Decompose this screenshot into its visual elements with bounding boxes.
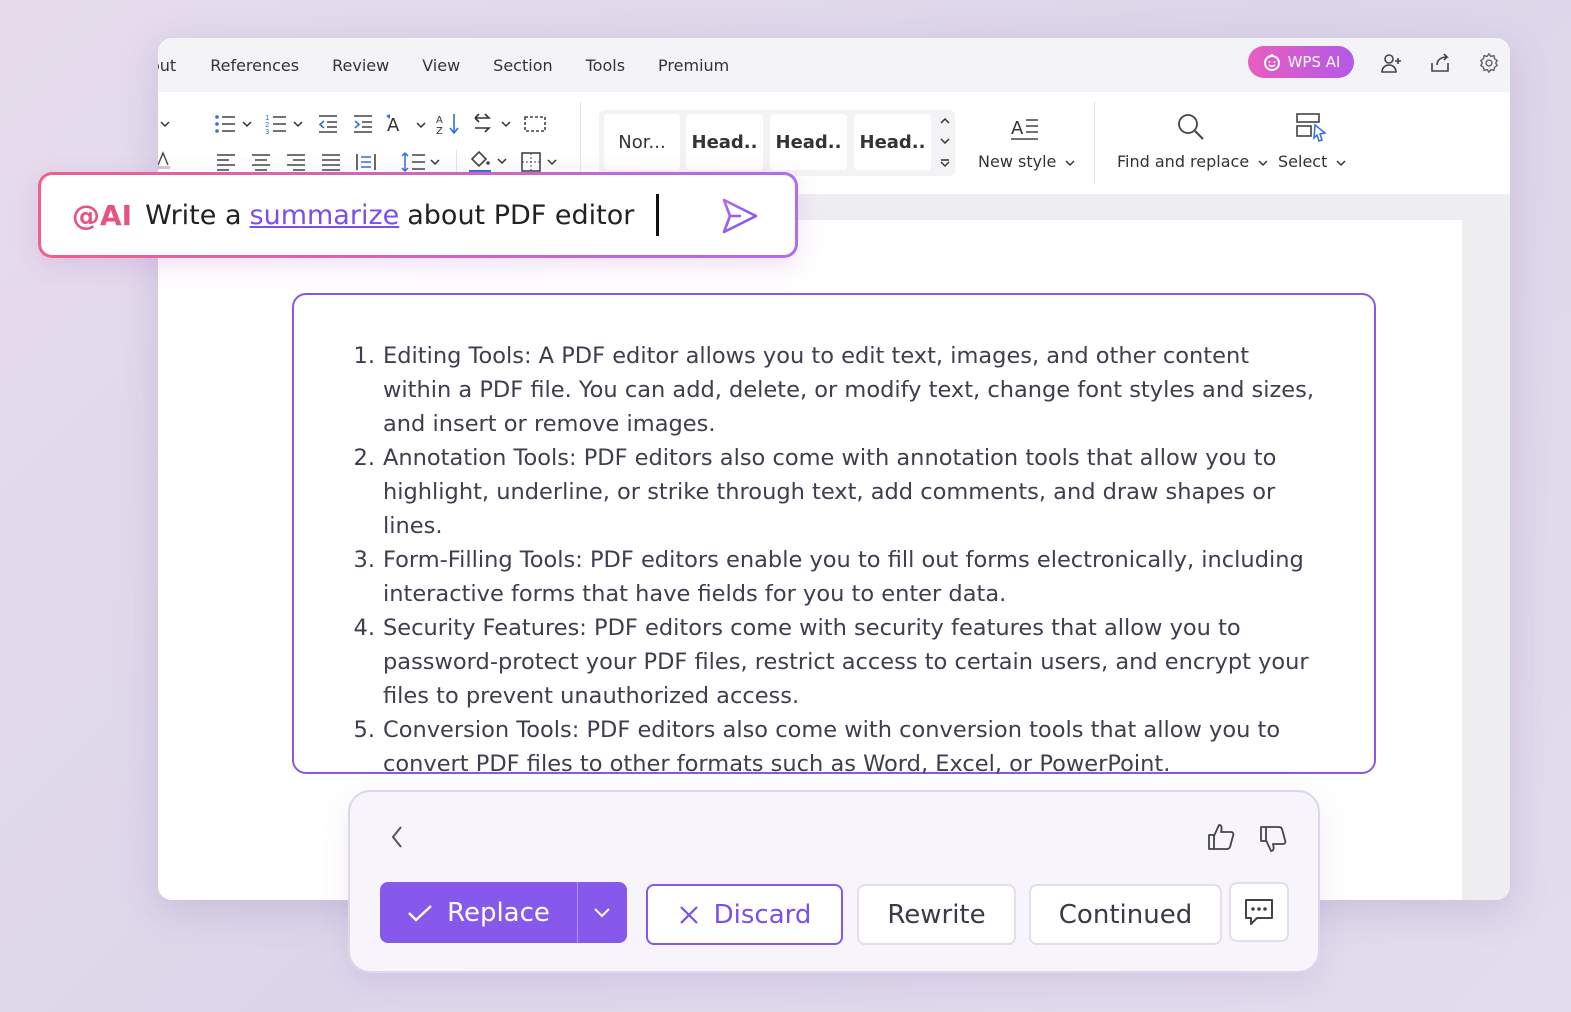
- list-item-text: Annotation Tools: PDF editors also come …: [383, 445, 1277, 539]
- list-item-number: 1.: [353, 343, 375, 369]
- replace-main[interactable]: Replace: [380, 882, 578, 943]
- line-break-icon[interactable]: [473, 111, 513, 137]
- close-icon: [679, 905, 698, 924]
- select-cursor-icon[interactable]: [1294, 110, 1330, 144]
- list-item-number: 2.: [353, 445, 375, 471]
- rewrite-button[interactable]: Rewrite: [857, 884, 1016, 945]
- chevron-down-icon: [1258, 160, 1268, 167]
- chevron-down-icon: [1065, 160, 1075, 167]
- prompt-keyword-link[interactable]: summarize: [250, 200, 400, 231]
- list-item: 2. Annotation Tools: PDF editors also co…: [348, 441, 1324, 543]
- svg-text:A: A: [436, 115, 443, 126]
- ai-face-icon: [1263, 54, 1280, 71]
- list-item: 1. Editing Tools: A PDF editor allows yo…: [348, 339, 1324, 441]
- list-item-number: 3.: [353, 547, 375, 573]
- prompt-text-before: Write a: [145, 199, 242, 231]
- replace-label: Replace: [447, 897, 550, 928]
- justify-icon[interactable]: [319, 150, 343, 174]
- menu-review[interactable]: Review: [332, 56, 389, 75]
- chat-bubble-button[interactable]: [1229, 882, 1289, 942]
- menu-bar: out References Review View Section Tools…: [158, 38, 1510, 92]
- continued-button[interactable]: Continued: [1029, 884, 1222, 945]
- discard-label: Discard: [713, 899, 812, 930]
- menu-section[interactable]: Section: [493, 56, 552, 75]
- gallery-scroll-up-icon[interactable]: [937, 112, 953, 130]
- list-item: 3. Form-Filling Tools: PDF editors enabl…: [348, 543, 1324, 611]
- borders-icon[interactable]: [520, 150, 562, 174]
- gallery-expand-icon[interactable]: [937, 154, 953, 172]
- font-color-icon[interactable]: [158, 150, 170, 170]
- list-item: 4. Security Features: PDF editors come w…: [348, 611, 1324, 713]
- new-style-button[interactable]: New style: [978, 152, 1075, 171]
- list-item-text: Form-Filling Tools: PDF editors enable y…: [383, 547, 1304, 607]
- chevron-down-icon: [1336, 160, 1346, 167]
- line-spacing-icon[interactable]: [401, 150, 443, 174]
- align-left-icon[interactable]: [214, 150, 238, 174]
- chat-bubble-icon: [1245, 899, 1273, 925]
- distributed-align-icon[interactable]: [354, 150, 378, 174]
- chevron-down-icon[interactable]: [158, 116, 172, 132]
- find-replace-button[interactable]: Find and replace: [1117, 152, 1268, 171]
- text-direction-icon[interactable]: A: [385, 111, 427, 137]
- align-center-icon[interactable]: [249, 150, 273, 174]
- select-label: Select: [1278, 152, 1328, 171]
- search-icon[interactable]: [1174, 110, 1208, 144]
- bullet-list-icon[interactable]: [214, 112, 254, 136]
- prompt-text-after: about PDF editor: [407, 199, 635, 231]
- sort-icon[interactable]: A Z: [436, 111, 462, 137]
- menu-tools[interactable]: Tools: [586, 56, 625, 75]
- gallery-scroll-down-icon[interactable]: [937, 132, 953, 150]
- ai-tag: @AI: [72, 198, 133, 232]
- new-style-icon[interactable]: A: [1008, 112, 1042, 144]
- list-item: 5. Conversion Tools: PDF editors also co…: [348, 713, 1324, 781]
- chevron-down-icon: [594, 907, 610, 917]
- wps-ai-label: WPS AI: [1287, 53, 1341, 71]
- style-heading-2[interactable]: Head..: [770, 114, 847, 170]
- thumbs-up-icon[interactable]: [1204, 820, 1238, 854]
- ai-prompt-bar[interactable]: @AI Write a summarize about PDF editor: [38, 172, 798, 258]
- styles-gallery: Nor... Head.. Head.. Head..: [599, 110, 955, 176]
- send-icon[interactable]: [719, 195, 761, 237]
- list-item-number: 4.: [353, 615, 375, 641]
- svg-text:3: 3: [265, 128, 269, 135]
- column-break-icon[interactable]: [522, 112, 548, 136]
- ai-action-panel: Replace Discard Rewrite Continued: [348, 790, 1320, 973]
- list-item-text: Security Features: PDF editors come with…: [383, 615, 1309, 709]
- ai-prompt-input[interactable]: @AI Write a summarize about PDF editor: [72, 175, 660, 255]
- wps-ai-button[interactable]: WPS AI: [1248, 46, 1354, 78]
- style-heading-1[interactable]: Head..: [686, 114, 763, 170]
- checkmark-icon: [408, 904, 432, 922]
- style-heading-3[interactable]: Head..: [854, 114, 931, 170]
- increase-indent-icon[interactable]: [351, 112, 375, 136]
- list-item-text: Conversion Tools: PDF editors also come …: [383, 717, 1281, 777]
- settings-gear-icon[interactable]: [1476, 50, 1502, 76]
- style-normal[interactable]: Nor...: [604, 114, 680, 170]
- ai-result-box: 1. Editing Tools: A PDF editor allows yo…: [292, 293, 1376, 777]
- svg-text:A: A: [1011, 118, 1024, 139]
- list-item-number: 5.: [353, 717, 375, 743]
- thumbs-down-icon[interactable]: [1256, 822, 1290, 856]
- list-item-text: Editing Tools: A PDF editor allows you t…: [383, 343, 1315, 437]
- align-right-icon[interactable]: [284, 150, 308, 174]
- svg-text:Z: Z: [436, 126, 443, 136]
- new-style-label: New style: [978, 152, 1057, 171]
- replace-dropdown[interactable]: [578, 882, 626, 943]
- find-replace-label: Find and replace: [1117, 152, 1250, 171]
- menu-layout[interactable]: out: [158, 56, 176, 75]
- select-button[interactable]: Select: [1278, 152, 1346, 171]
- back-chevron-icon[interactable]: [384, 822, 410, 852]
- share-icon[interactable]: [1427, 50, 1453, 76]
- result-list: 1. Editing Tools: A PDF editor allows yo…: [348, 339, 1324, 781]
- replace-button[interactable]: Replace: [380, 882, 627, 943]
- numbered-list-icon[interactable]: 1 2 3: [265, 112, 305, 136]
- discard-button[interactable]: Discard: [646, 884, 843, 945]
- decrease-indent-icon[interactable]: [316, 112, 340, 136]
- menu-premium[interactable]: Premium: [658, 56, 729, 75]
- menu-view[interactable]: View: [422, 56, 460, 75]
- add-user-icon[interactable]: [1378, 50, 1404, 76]
- menu-references[interactable]: References: [210, 56, 299, 75]
- text-caret: [656, 194, 660, 236]
